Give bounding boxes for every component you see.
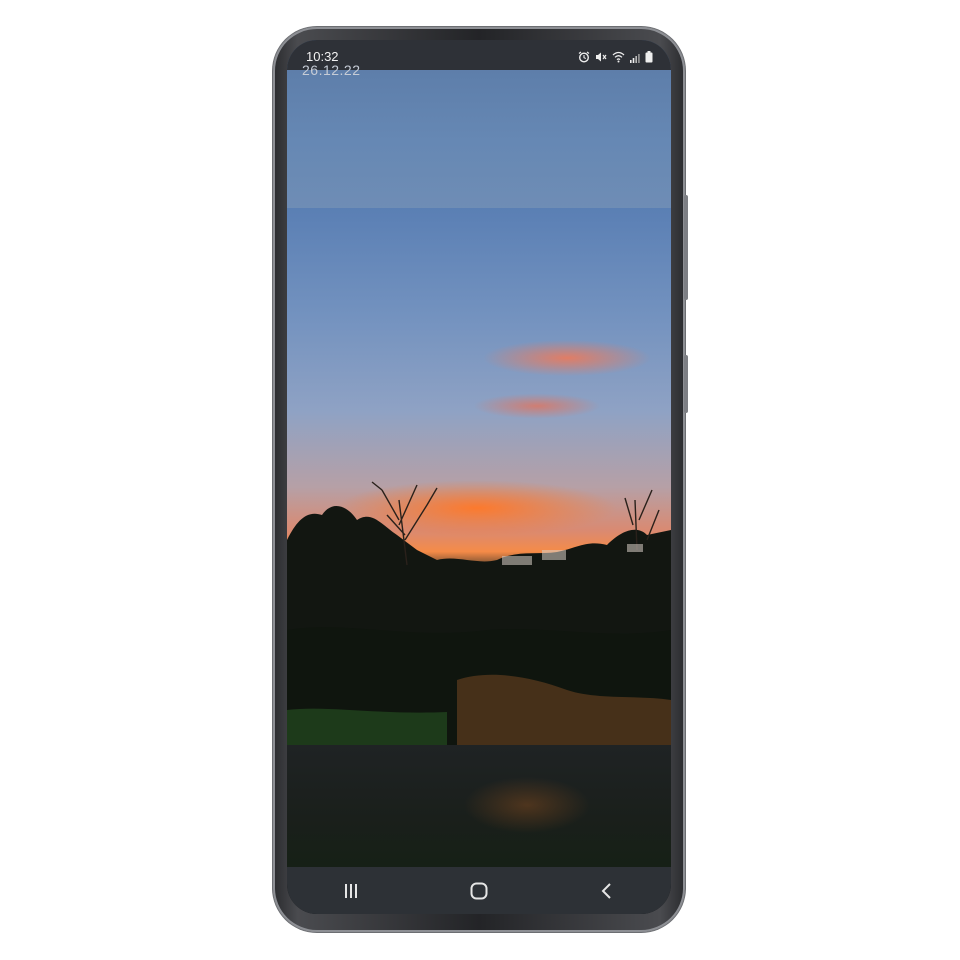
power-button	[684, 355, 688, 413]
recent-apps-icon	[345, 883, 357, 898]
back-icon	[601, 882, 611, 899]
mute-icon	[595, 50, 607, 68]
home-icon	[470, 882, 488, 899]
wallpaper-bottom	[287, 745, 671, 867]
home-button[interactable]	[449, 871, 509, 911]
battery-icon	[645, 50, 653, 68]
volume-button	[684, 195, 688, 300]
wifi-icon	[612, 50, 625, 68]
date-text: 26.12.22	[302, 62, 361, 78]
alarm-icon	[578, 50, 590, 68]
navigation-bar	[287, 867, 671, 914]
signal-icon	[630, 50, 640, 68]
phone-screen: 10:32 26.12.22	[287, 40, 671, 914]
status-icons	[578, 50, 653, 68]
back-button[interactable]	[577, 871, 637, 911]
tree-silhouette	[287, 481, 671, 745]
recent-apps-button[interactable]	[321, 871, 381, 911]
